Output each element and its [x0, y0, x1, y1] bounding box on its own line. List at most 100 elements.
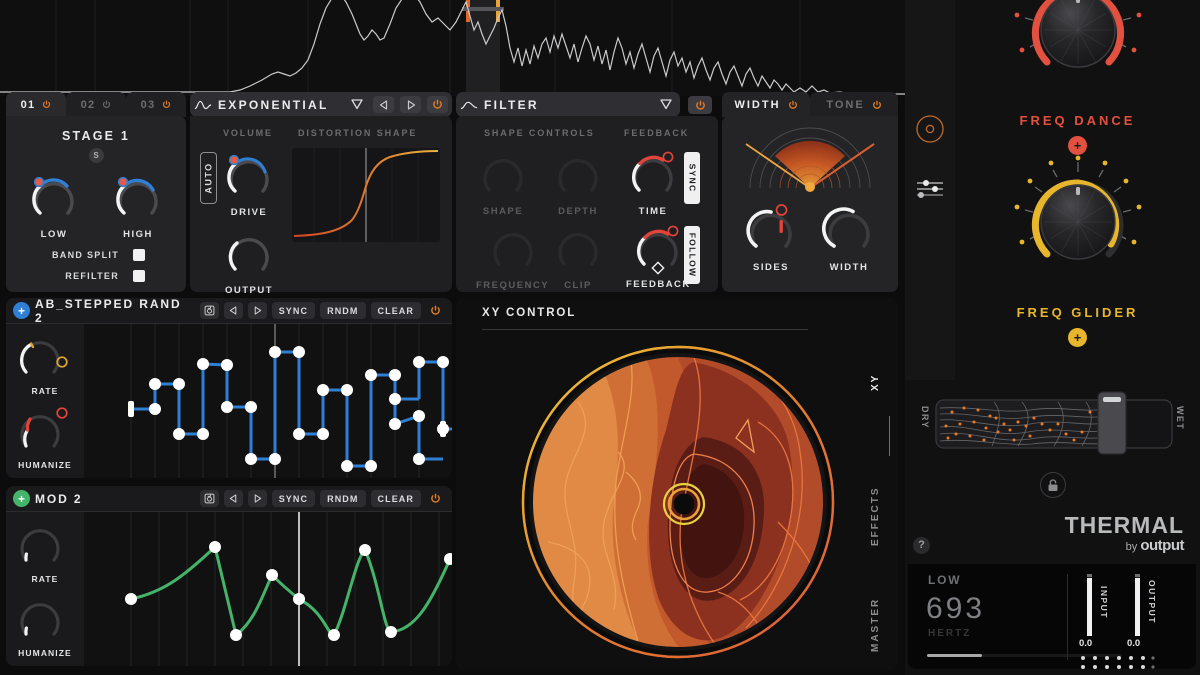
lfo1-name[interactable]: AB_STEPPED RAND 2 [35, 298, 195, 325]
knob-high[interactable]: HIGH [111, 171, 165, 240]
band-split-checkbox[interactable] [133, 249, 145, 261]
lfo1-save-button[interactable] [199, 302, 219, 319]
knob-output[interactable]: OUTPUT [222, 227, 276, 296]
stereo-field-display[interactable] [722, 116, 898, 196]
knob-depth[interactable]: DEPTH [551, 148, 605, 217]
mod-ring[interactable] [662, 151, 674, 163]
filter-header: FILTER [456, 92, 680, 117]
lfo1-power-button[interactable] [426, 302, 445, 319]
power-icon[interactable] [102, 100, 111, 109]
next-icon [254, 494, 261, 503]
lfo1-next-button[interactable] [247, 302, 267, 319]
knob-feedback[interactable]: FEEDBACK [626, 222, 691, 290]
lfo2-prev-button[interactable] [223, 490, 243, 507]
xy-cursor[interactable] [662, 482, 706, 526]
stage-tab-02[interactable]: 02 [66, 92, 126, 117]
lfo2-knob-humanize[interactable]: HUMANIZE [6, 594, 84, 658]
filter-sync-button[interactable]: SYNC [684, 152, 700, 204]
knob-width[interactable]: WIDTH [821, 202, 877, 273]
distortion-preset-dropdown[interactable] [346, 96, 367, 113]
xy-pad[interactable] [518, 342, 838, 662]
lfo-panel-1: + AB_STEPPED RAND 2 SYNC RNDM CLEAR RATE… [6, 298, 452, 478]
dry-wet-slider[interactable]: DRY WET [920, 388, 1185, 460]
distortion-prev-button[interactable] [373, 96, 394, 113]
filter-name[interactable]: FILTER [484, 98, 649, 112]
lfo1-clear-button[interactable]: CLEAR [370, 302, 421, 319]
mod-dot[interactable] [228, 154, 240, 166]
rail-mod-button[interactable] [913, 112, 947, 146]
mod-dot[interactable] [117, 176, 129, 188]
macro-knob-freq-dance[interactable] [1003, 0, 1153, 108]
power-icon[interactable] [42, 100, 51, 109]
stage-tab-03-label: 03 [140, 98, 156, 111]
plus-icon[interactable]: + [13, 302, 30, 319]
knob-shape[interactable]: SHAPE [476, 148, 530, 217]
power-icon[interactable] [162, 100, 171, 109]
lfo1-knob-humanize[interactable]: HUMANIZE [6, 406, 84, 470]
lfo2-envelope-editor[interactable] [84, 512, 452, 666]
knob-clip[interactable]: CLIP [551, 222, 605, 291]
lfo2-save-button[interactable] [199, 490, 219, 507]
mod-diamond[interactable] [651, 261, 666, 275]
mod-ring[interactable] [56, 407, 68, 419]
filter-follow-button[interactable]: FOLLOW [684, 226, 700, 284]
spectrum-analyzer[interactable] [0, 0, 905, 96]
width-module: WIDTH TONE SIDES WIDTH [722, 92, 898, 292]
mod-ring[interactable] [667, 225, 679, 237]
tab-xy[interactable]: XY [870, 352, 892, 412]
macro-label-freq-dance: FREQ DANCE [1019, 113, 1136, 128]
knob-low-label: LOW [40, 229, 68, 240]
lfo1-prev-button[interactable] [223, 302, 243, 319]
stage-tab-03[interactable]: 03 [126, 92, 186, 117]
knob-sides[interactable]: SIDES [743, 202, 799, 273]
tab-tone[interactable]: TONE [810, 92, 898, 117]
distortion-next-button[interactable] [400, 96, 421, 113]
lfo1-rndm-button[interactable]: RNDM [320, 302, 366, 319]
stage-tab-01[interactable]: 01 [6, 92, 66, 117]
width-body: SIDES WIDTH [722, 116, 898, 292]
lfo1-knob-rate[interactable]: RATE [6, 332, 84, 396]
knob-high-label: HIGH [123, 229, 153, 240]
macro-label-freq-glider: FREQ GLIDER [1016, 305, 1139, 320]
knob-time[interactable]: TIME [626, 148, 680, 217]
tab-effects[interactable]: EFFECTS [870, 472, 892, 560]
lfo2-header: + MOD 2 SYNC RNDM CLEAR [6, 486, 452, 512]
readout-value: 693 [926, 592, 986, 625]
help-button[interactable]: ? [913, 537, 930, 554]
power-icon[interactable] [788, 100, 798, 110]
lfo2-sync-button[interactable]: SYNC [271, 490, 316, 507]
lfo2-clear-button[interactable]: CLEAR [370, 490, 421, 507]
refilter-checkbox[interactable] [133, 270, 145, 282]
lfo2-name[interactable]: MOD 2 [35, 492, 195, 506]
filter-preset-dropdown[interactable] [655, 96, 676, 113]
knob-frequency[interactable]: FREQUENCY [476, 222, 549, 291]
power-icon[interactable] [872, 100, 882, 110]
solo-badge[interactable]: S [88, 148, 104, 163]
tab-width[interactable]: WIDTH [722, 92, 810, 117]
lfo1-sync-button[interactable]: SYNC [271, 302, 316, 319]
plus-icon[interactable]: + [13, 490, 30, 507]
tab-master[interactable]: MASTER [870, 584, 892, 666]
lfo2-next-button[interactable] [247, 490, 267, 507]
distortion-curve-display[interactable] [292, 148, 440, 242]
distortion-power-button[interactable] [427, 96, 448, 113]
lfo1-step-editor[interactable] [84, 324, 452, 478]
knob-drive[interactable]: DRIVE [222, 149, 276, 218]
lock-button[interactable] [1040, 472, 1066, 498]
add-macro-freq-glider-button[interactable]: + [1068, 328, 1087, 347]
resize-grip-icon[interactable] [1079, 654, 1159, 669]
readout-unit: HERTZ [928, 628, 972, 639]
knob-low[interactable]: LOW [27, 171, 81, 240]
xy-control-title: XY CONTROL [482, 307, 577, 319]
rail-sliders-button[interactable] [913, 172, 947, 206]
lfo2-knob-rate[interactable]: RATE [6, 520, 84, 584]
mod-dot[interactable] [33, 176, 45, 188]
output-meter-label: OUTPUT [1147, 580, 1157, 624]
distortion-name[interactable]: EXPONENTIAL [218, 98, 340, 112]
lfo2-rndm-button[interactable]: RNDM [320, 490, 366, 507]
filter-power-button[interactable] [688, 96, 712, 114]
lfo2-power-button[interactable] [426, 490, 445, 507]
macro-knob-freq-glider[interactable] [1003, 150, 1153, 300]
auto-gain-button[interactable]: AUTO [200, 152, 217, 204]
mod-ring[interactable] [775, 204, 788, 216]
